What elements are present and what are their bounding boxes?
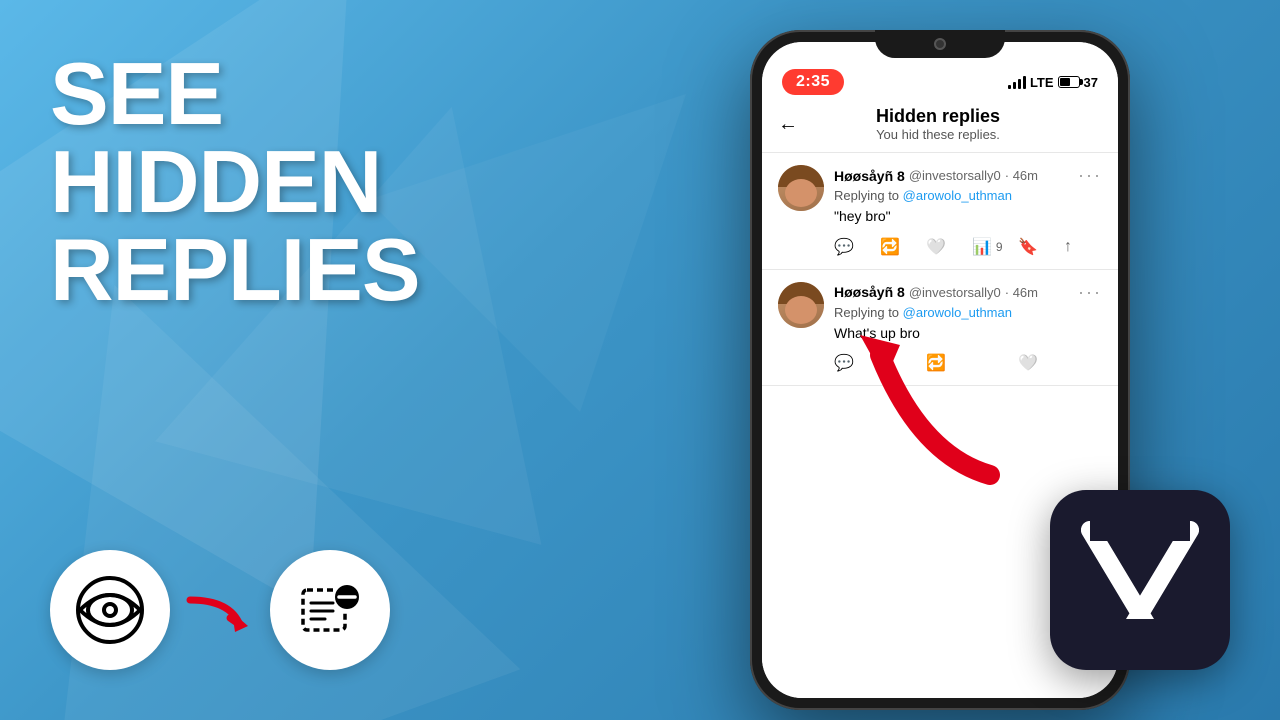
time-1: · 46m bbox=[1005, 168, 1038, 183]
replying-2: Replying to @arowolo_uthman bbox=[834, 305, 1102, 320]
page-header: ← Hidden replies You hid these replies. bbox=[762, 92, 1118, 153]
more-menu-1[interactable]: ··· bbox=[1078, 165, 1102, 186]
like-action-2[interactable]: 🤍 bbox=[1018, 353, 1102, 373]
avatar-skin-1 bbox=[785, 179, 817, 207]
display-name-2: Høøsåyñ 8 bbox=[834, 284, 905, 300]
signal-bar-4 bbox=[1023, 76, 1026, 89]
tweet-avatar-1 bbox=[778, 165, 824, 211]
back-button[interactable]: ← bbox=[778, 113, 798, 136]
icons-row bbox=[50, 550, 470, 670]
page-title: Hidden replies bbox=[818, 106, 1058, 127]
handle-1: @investorsally0 bbox=[909, 168, 1001, 183]
reply-icon-1: 💬 bbox=[834, 237, 854, 257]
display-name-1: Høøsåyñ 8 bbox=[834, 168, 905, 184]
signal-bar-2 bbox=[1013, 82, 1016, 89]
x-logo-container bbox=[1050, 490, 1230, 670]
like-icon-1: 🤍 bbox=[926, 237, 946, 257]
time-2: · 46m bbox=[1005, 285, 1038, 300]
headline-line3: REPLIES bbox=[50, 226, 470, 314]
front-camera bbox=[934, 38, 946, 50]
headline-line2: HIDDEN bbox=[50, 138, 470, 226]
signal-bars bbox=[1008, 75, 1026, 89]
handle-2: @investorsally0 bbox=[909, 285, 1001, 300]
bookmark-action-1[interactable]: 🔖 bbox=[1018, 237, 1056, 257]
signal-bar-3 bbox=[1018, 79, 1021, 89]
more-menu-2[interactable]: ··· bbox=[1078, 282, 1102, 303]
replying-link-2[interactable]: @arowolo_uthman bbox=[903, 305, 1012, 320]
headline: SEE HIDDEN REPLIES bbox=[50, 50, 470, 314]
retweet-action-1[interactable]: 🔁 bbox=[880, 237, 918, 257]
phone-container: 2:35 LTE 37 bbox=[630, 20, 1250, 710]
like-icon-2: 🤍 bbox=[1018, 353, 1038, 373]
tweet-text-1: "hey bro" bbox=[834, 207, 1102, 227]
tweet-item-1[interactable]: Høøsåyñ 8 @investorsally0 · 46m ··· Repl… bbox=[762, 153, 1118, 270]
replying-1: Replying to @arowolo_uthman bbox=[834, 188, 1102, 203]
avatar-face-2 bbox=[778, 282, 824, 328]
battery-icon bbox=[1058, 76, 1080, 88]
like-action-1[interactable]: 🤍 bbox=[926, 237, 964, 257]
headline-line1: SEE bbox=[50, 50, 470, 138]
reply-action-1[interactable]: 💬 bbox=[834, 237, 872, 257]
battery-fill bbox=[1060, 78, 1071, 86]
hide-text-icon bbox=[295, 575, 365, 645]
share-icon-1: ↑ bbox=[1064, 238, 1072, 256]
stats-count-1: 9 bbox=[996, 240, 1003, 254]
tweet-actions-1: 💬 🔁 🤍 📊 9 bbox=[834, 237, 1102, 257]
tweet-header-row-1: Høøsåyñ 8 @investorsally0 · 46m ··· bbox=[834, 165, 1102, 186]
pointing-arrow bbox=[840, 325, 1020, 485]
time-display: 2:35 bbox=[782, 69, 844, 95]
phone-notch bbox=[875, 30, 1005, 58]
bookmark-icon-1: 🔖 bbox=[1018, 237, 1038, 257]
eye-icon-circle bbox=[50, 550, 170, 670]
tweet-body-1: Høøsåyñ 8 @investorsally0 · 46m ··· Repl… bbox=[834, 165, 1102, 257]
tweet-user-info-2: Høøsåyñ 8 @investorsally0 · 46m bbox=[834, 284, 1038, 300]
left-panel: SEE HIDDEN REPLIES bbox=[0, 0, 510, 720]
stats-action-1[interactable]: 📊 9 bbox=[972, 237, 1010, 257]
red-arrow-small bbox=[180, 580, 260, 640]
battery-percent: 37 bbox=[1084, 75, 1098, 90]
status-right: LTE 37 bbox=[1008, 75, 1098, 90]
eye-icon bbox=[75, 575, 145, 645]
tweet-avatar-2 bbox=[778, 282, 824, 328]
retweet-icon-1: 🔁 bbox=[880, 237, 900, 257]
lte-label: LTE bbox=[1030, 75, 1054, 90]
tweet-header-row-2: Høøsåyñ 8 @investorsally0 · 46m ··· bbox=[834, 282, 1102, 303]
avatar-skin-2 bbox=[785, 296, 817, 324]
share-action-1[interactable]: ↑ bbox=[1064, 238, 1102, 256]
x-logo-icon bbox=[1080, 520, 1200, 640]
stats-icon-1: 📊 bbox=[972, 237, 992, 257]
avatar-face-1 bbox=[778, 165, 824, 211]
page-subtitle: You hid these replies. bbox=[818, 127, 1058, 142]
hide-icon-circle bbox=[270, 550, 390, 670]
header-title-block: Hidden replies You hid these replies. bbox=[818, 106, 1058, 142]
tweet-user-info-1: Høøsåyñ 8 @investorsally0 · 46m bbox=[834, 168, 1038, 184]
red-arrow-right bbox=[840, 325, 1020, 490]
replying-link-1[interactable]: @arowolo_uthman bbox=[903, 188, 1012, 203]
signal-bar-1 bbox=[1008, 85, 1011, 89]
